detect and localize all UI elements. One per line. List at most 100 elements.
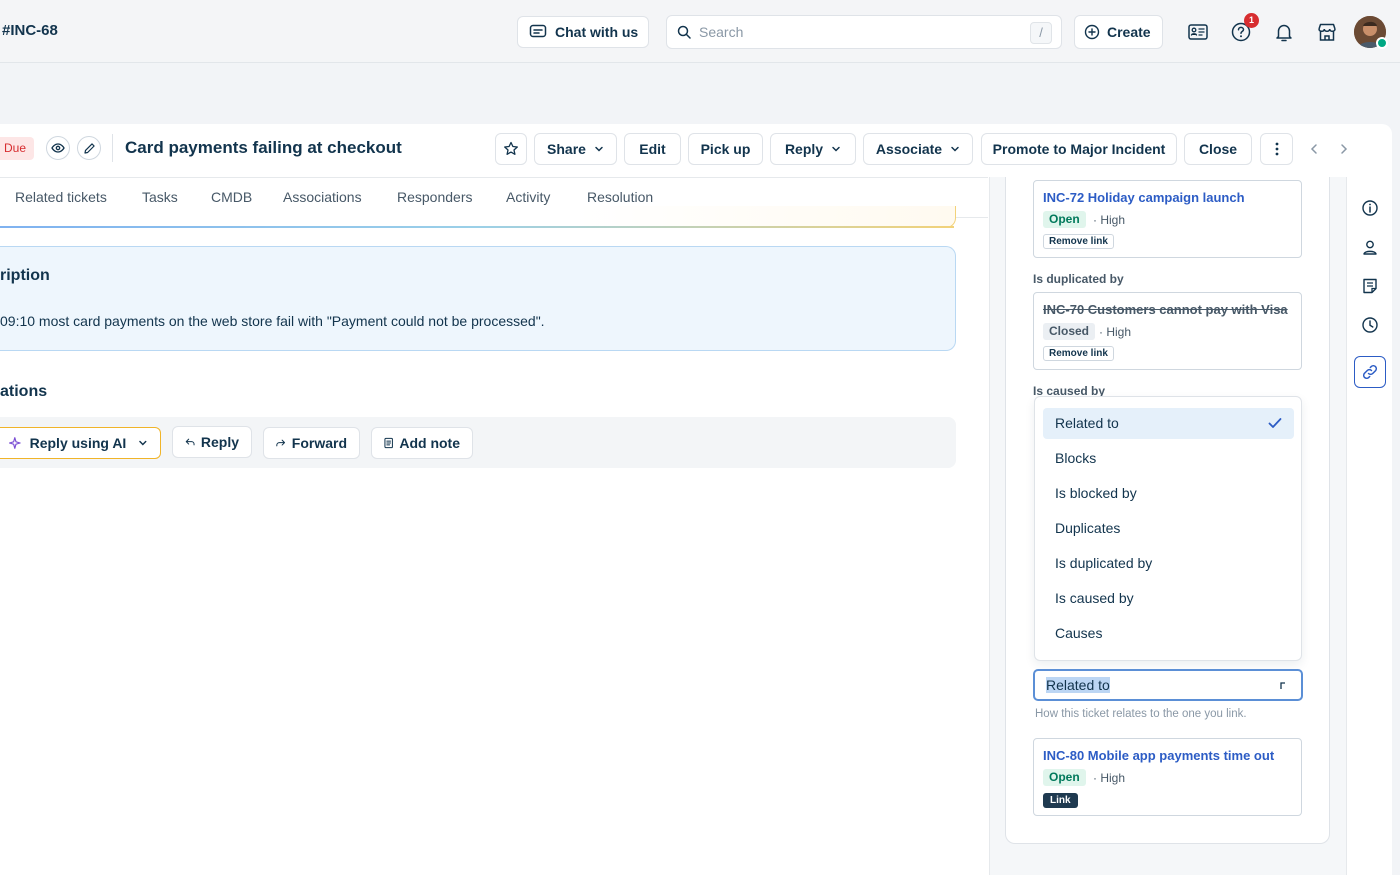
pick-up-label: Pick up	[700, 141, 751, 157]
contact-icon[interactable]	[1359, 236, 1381, 258]
previous-ticket-button[interactable]	[1299, 133, 1329, 165]
share-button[interactable]: Share	[534, 133, 617, 165]
conversations-heading: ations	[0, 383, 48, 400]
add-note-button[interactable]: Add note	[371, 427, 473, 459]
clock-icon[interactable]	[1359, 314, 1381, 336]
promote-major-incident-button[interactable]: Promote to Major Incident	[981, 133, 1177, 165]
chevron-down-icon	[595, 146, 603, 152]
description-text: 09:10 most card payments on the web stor…	[0, 313, 545, 329]
tab-cmdb[interactable]: CMDB	[211, 189, 252, 205]
ai-summary-card-edge	[0, 206, 956, 228]
tab-resolution[interactable]: Resolution	[587, 189, 653, 205]
candidate-ticket-card: INC-80 Mobile app payments time out Open…	[1033, 738, 1302, 816]
option-related-to[interactable]: Related to	[1043, 408, 1294, 439]
close-label: Close	[1198, 141, 1238, 157]
tab-associations[interactable]: Associations	[283, 189, 362, 205]
tab-responders[interactable]: Responders	[397, 189, 473, 205]
associate-label: Associate	[875, 141, 943, 157]
chat-icon	[529, 24, 547, 38]
option-is-blocked-by[interactable]: Is blocked by	[1043, 478, 1294, 509]
reply-label: Reply	[784, 141, 824, 157]
ticket-link[interactable]: INC-80 Mobile app payments time out	[1043, 748, 1274, 763]
bell-icon[interactable]	[1272, 20, 1296, 44]
reply-dropdown-button[interactable]: Reply	[770, 133, 856, 165]
reply-using-ai-label: Reply using AI	[29, 435, 127, 451]
remove-link-button[interactable]: Remove link	[1043, 234, 1114, 249]
option-is-caused-by[interactable]: Is caused by	[1043, 583, 1294, 614]
more-actions-button[interactable]	[1260, 133, 1293, 165]
search-input[interactable]	[699, 24, 1019, 40]
edit-button[interactable]: Edit	[624, 133, 681, 165]
option-blocks[interactable]: Blocks	[1043, 443, 1294, 474]
chevron-right-icon	[1341, 144, 1348, 154]
global-search[interactable]: /	[666, 15, 1062, 49]
ticket-queue-icon[interactable]	[1186, 20, 1210, 44]
pencil-icon	[83, 142, 95, 154]
description-heading: ription	[0, 267, 50, 284]
search-shortcut-hint: /	[1030, 22, 1052, 44]
ticket-id: #INC-68	[2, 22, 58, 39]
ticket-link[interactable]: INC-70 Customers cannot pay with Visa	[1043, 302, 1288, 317]
reply-using-ai-button[interactable]: Reply using AI	[0, 427, 161, 459]
ai-gradient-border	[0, 226, 954, 228]
add-note-label: Add note	[399, 435, 460, 451]
due-badge: Due	[0, 137, 34, 160]
option-label: Related to	[1055, 415, 1119, 431]
pick-up-button[interactable]: Pick up	[688, 133, 763, 165]
share-label: Share	[547, 141, 586, 157]
link-icon	[1359, 361, 1381, 383]
watch-button[interactable]	[46, 136, 70, 160]
associated-ticket-card: INC-70 Customers cannot pay with Visa Cl…	[1033, 292, 1302, 370]
priority-text: · High	[1093, 213, 1126, 227]
reply-button[interactable]: Reply	[172, 426, 252, 458]
create-label: Create	[1107, 24, 1151, 40]
reply-label: Reply	[200, 434, 239, 450]
associated-ticket-card: INC-72 Holiday campaign launch Open · Hi…	[1033, 180, 1302, 258]
option-causes[interactable]: Causes	[1043, 618, 1294, 649]
duplicated-by-label: Is duplicated by	[1033, 272, 1124, 286]
check-icon	[1268, 418, 1282, 428]
more-vertical-icon	[1275, 142, 1278, 156]
header-divider	[112, 134, 113, 162]
marketplace-icon[interactable]	[1315, 20, 1339, 44]
create-button[interactable]: Create	[1074, 15, 1163, 49]
chevron-left-icon	[1310, 144, 1317, 154]
next-ticket-button[interactable]	[1329, 133, 1359, 165]
note-icon	[384, 437, 393, 449]
status-badge: Closed	[1043, 323, 1096, 340]
chat-label: Chat with us	[555, 24, 639, 40]
relation-hint-text: How this ticket relates to the one you l…	[1035, 708, 1247, 720]
forward-button[interactable]: Forward	[263, 427, 360, 459]
favorite-button[interactable]	[495, 133, 527, 165]
eye-icon	[51, 143, 65, 153]
priority-text: · High	[1099, 325, 1132, 339]
option-is-duplicated-by[interactable]: Is duplicated by	[1043, 548, 1294, 579]
tab-activity[interactable]: Activity	[506, 189, 550, 205]
notes-icon[interactable]	[1359, 275, 1381, 297]
description-card	[0, 246, 956, 351]
chevron-down-icon	[139, 440, 147, 446]
chat-with-us-button[interactable]: Chat with us	[517, 16, 649, 48]
ticket-link[interactable]: INC-72 Holiday campaign launch	[1043, 190, 1245, 205]
chevron-down-icon	[951, 146, 959, 152]
edit-label: Edit	[639, 141, 666, 157]
status-badge: Open	[1043, 211, 1086, 228]
info-icon[interactable]	[1359, 197, 1381, 219]
link-button[interactable]: Link	[1043, 793, 1078, 808]
forward-icon	[276, 439, 286, 447]
reply-icon	[185, 438, 195, 446]
remove-link-button[interactable]: Remove link	[1043, 346, 1114, 361]
associate-button[interactable]: Associate	[863, 133, 973, 165]
search-icon	[677, 25, 691, 39]
edit-title-button[interactable]	[77, 136, 101, 160]
sparkle-icon	[9, 437, 21, 449]
relation-type-select[interactable]: Related to	[1033, 669, 1303, 701]
promote-label: Promote to Major Incident	[992, 141, 1166, 157]
star-icon	[504, 141, 518, 155]
tab-tasks[interactable]: Tasks	[142, 189, 178, 205]
header-divider-line	[0, 177, 988, 178]
close-ticket-button[interactable]: Close	[1184, 133, 1252, 165]
option-duplicates[interactable]: Duplicates	[1043, 513, 1294, 544]
relation-type-dropdown: Related to Blocks Is blocked by Duplicat…	[1034, 396, 1302, 661]
tab-related-tickets[interactable]: Related tickets	[15, 189, 107, 205]
